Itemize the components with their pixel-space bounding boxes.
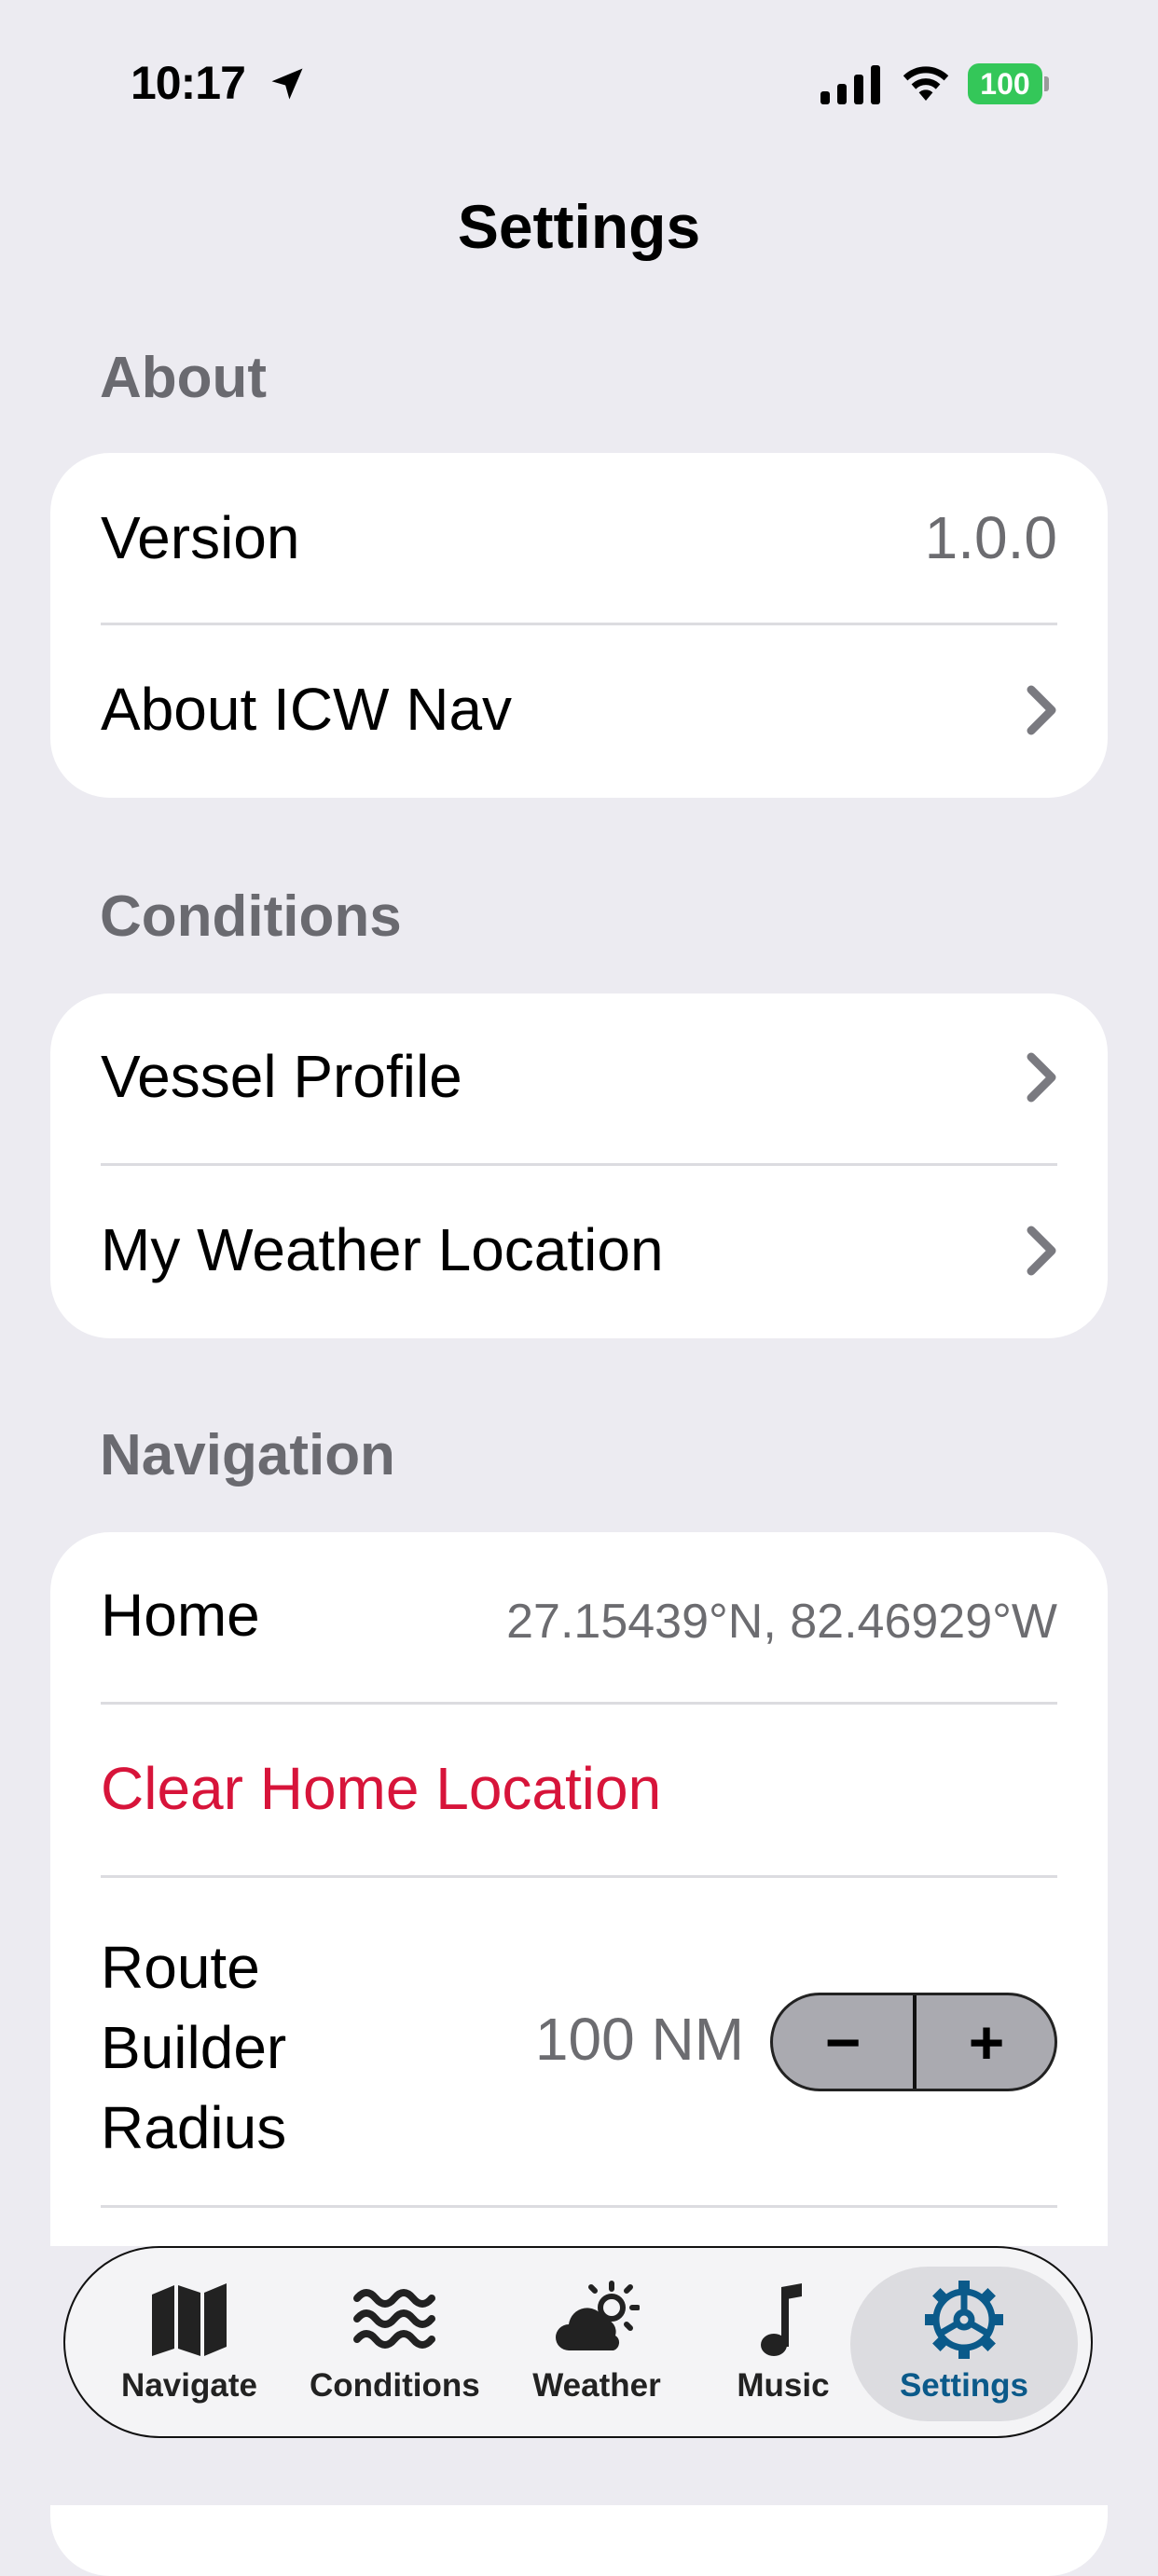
version-value: 1.0.0 [924,504,1057,571]
tab-music[interactable]: Music [718,2267,848,2421]
section-header-navigation: Navigation [100,1423,395,1487]
about-icw-nav-row[interactable]: About ICW Nav [101,626,1057,798]
battery-indicator: 100 [968,63,1050,104]
status-bar: 10:17 100 [0,0,1158,168]
waves-icon [353,2289,435,2349]
radius-label-line: Route [101,1934,260,2001]
tab-label: Music [737,2367,830,2404]
about-icw-nav-label: About ICW Nav [101,676,513,743]
battery-cap [1044,76,1049,91]
radius-label-line: Builder [101,2014,287,2081]
music-note-icon [761,2283,802,2356]
page-title: Settings [457,192,701,261]
tab-label: Weather [532,2367,661,2404]
version-label: Version [101,504,300,571]
battery-level: 100 [968,63,1042,104]
tab-bar: Navigate Conditions Weather Music Settin… [63,2246,1093,2438]
divider [101,1163,1057,1166]
divider [101,1875,1057,1878]
divider [101,623,1057,625]
divider [101,2205,1057,2208]
home-row: Home 27.15439°N, 82.46929°W [101,1532,1057,1702]
gear-icon [925,2281,1003,2359]
radius-label-line: Radius [101,2094,287,2161]
tab-weather[interactable]: Weather [522,2267,671,2421]
chevron-right-icon [1027,1052,1056,1103]
map-icon [152,2283,227,2356]
section-header-conditions: Conditions [100,884,402,949]
cloud-sun-icon [556,2281,640,2350]
section-header-about: About [100,346,268,410]
vessel-profile-row[interactable]: Vessel Profile [101,993,1057,1165]
tab-label: Settings [899,2367,1029,2404]
tab-conditions[interactable]: Conditions [310,2267,480,2421]
about-group: Version 1.0.0 About ICW Nav [50,453,1108,798]
radius-value: 100 NM [534,2006,744,2073]
tab-label: Navigate [121,2367,257,2404]
home-label: Home [101,1582,260,1649]
vessel-profile-label: Vessel Profile [101,1043,462,1110]
version-row: Version 1.0.0 [101,453,1057,624]
chevron-right-icon [1027,685,1056,735]
weather-location-label: My Weather Location [101,1216,664,1283]
clear-home-location-button[interactable]: Clear Home Location [101,1754,661,1823]
wifi-icon [903,66,949,101]
clear-home-row[interactable]: Clear Home Location [101,1706,1057,1875]
chevron-right-icon [1027,1226,1056,1276]
decrement-button[interactable]: − [773,1995,913,2089]
home-coordinates: 27.15439°N, 82.46929°W [506,1595,1057,1649]
increment-button[interactable]: + [917,1995,1055,2089]
tab-navigate[interactable]: Navigate [112,2267,267,2421]
radius-stepper: − + [770,1993,1057,2091]
conditions-group: Vessel Profile My Weather Location [50,993,1108,1338]
status-time: 10:17 [131,57,246,109]
cellular-signal-icon [820,65,880,104]
divider [101,1702,1057,1705]
location-arrow-icon [271,68,303,100]
route-builder-radius-row: Route Builder Radius 100 NM − + [101,1879,1057,2205]
route-builder-radius-label: Route Builder Radius [101,1927,286,2168]
tab-settings[interactable]: Settings [850,2267,1078,2421]
weather-location-row[interactable]: My Weather Location [101,1167,1057,1338]
tab-label: Conditions [310,2367,480,2404]
